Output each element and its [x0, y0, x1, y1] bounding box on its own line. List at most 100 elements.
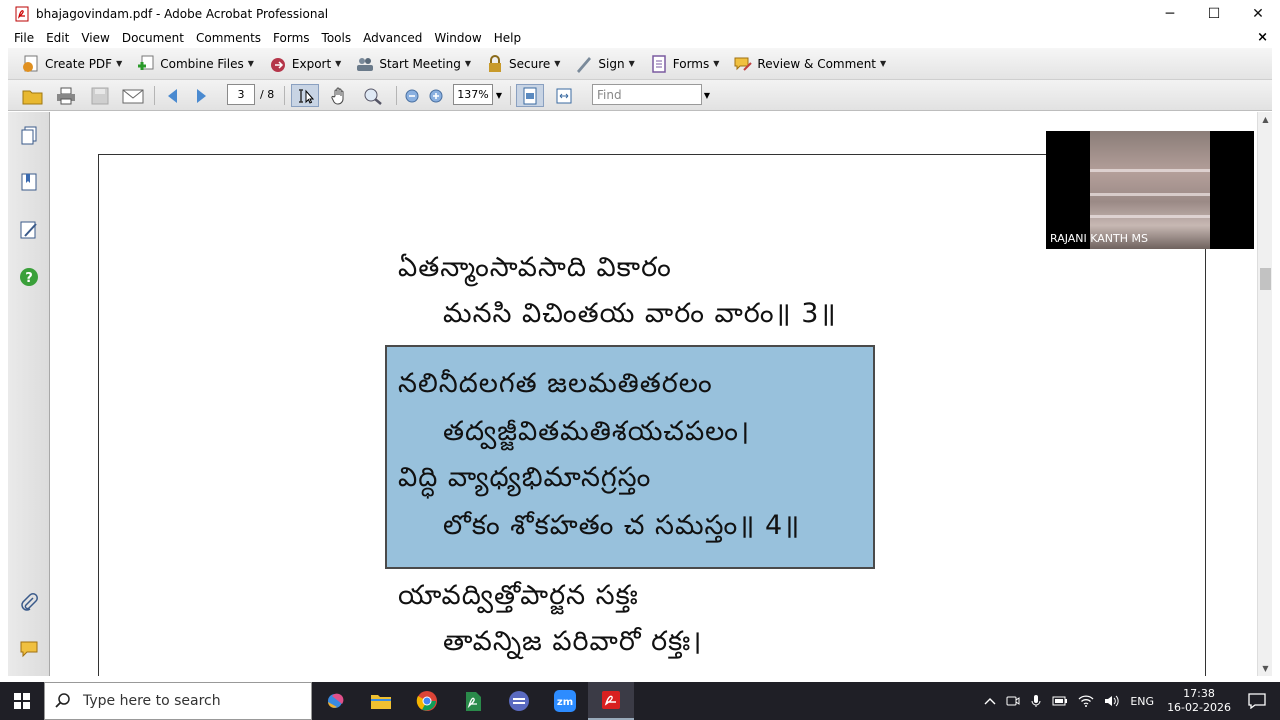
windows-taskbar: Type here to search zm ENG 17:38 16-02-2…	[0, 682, 1280, 720]
vertical-scrollbar[interactable]: ▲ ▼	[1257, 112, 1272, 676]
comments-panel-icon[interactable]	[17, 637, 41, 661]
toolbar-separator	[154, 86, 155, 105]
verse-line: నలినీదలగత జలమతితరలం	[398, 368, 713, 399]
toolbar-separator	[396, 86, 397, 105]
help-icon[interactable]: ?	[17, 265, 41, 289]
combine-files-button[interactable]: Combine Files ▼	[131, 51, 259, 77]
chevron-up-icon[interactable]	[984, 696, 996, 706]
previous-page-icon[interactable]	[162, 84, 184, 107]
app-launcher-icon[interactable]	[496, 682, 542, 720]
maximize-button[interactable]: ☐	[1192, 0, 1236, 28]
start-meeting-label: Start Meeting	[379, 56, 461, 71]
verse-line: మనసి విచింతయ వారం వారం॥ 3॥	[443, 298, 837, 329]
toolbar-separator	[510, 86, 511, 105]
close-button[interactable]: ✕	[1236, 0, 1280, 28]
review-comment-button[interactable]: Review & Comment ▼	[728, 51, 891, 77]
select-text-tool-icon[interactable]	[291, 84, 319, 107]
acrobat-pdf-icon	[15, 6, 29, 22]
menu-comments[interactable]: Comments	[190, 31, 267, 45]
menu-help[interactable]: Help	[488, 31, 527, 45]
zoom-out-icon[interactable]	[402, 84, 422, 107]
sign-button[interactable]: Sign ▼	[569, 51, 639, 77]
scroll-up-icon[interactable]: ▲	[1258, 112, 1273, 127]
forms-button[interactable]: Forms ▼	[644, 51, 725, 77]
print-icon[interactable]	[54, 84, 78, 107]
menu-view[interactable]: View	[75, 31, 115, 45]
menu-window[interactable]: Window	[428, 31, 487, 45]
zoom-tool-icon[interactable]	[360, 84, 386, 107]
participant-name: RAJANI KANTH MS	[1050, 232, 1149, 245]
windows-logo-icon	[14, 693, 30, 709]
secure-button[interactable]: Secure ▼	[480, 51, 565, 77]
find-dropdown-icon[interactable]: ▼	[702, 84, 712, 107]
chevron-down-icon: ▼	[713, 59, 720, 68]
zoom-app-icon[interactable]: zm	[542, 682, 588, 720]
create-pdf-label: Create PDF	[45, 56, 113, 71]
verse-line: యావద్విత్తోపార్జన సక్తః	[398, 580, 639, 611]
combine-files-icon	[138, 55, 154, 70]
forms-label: Forms	[672, 56, 710, 71]
minimize-button[interactable]: ─	[1148, 0, 1192, 28]
webcam-overlay[interactable]: RAJANI KANTH MS	[1046, 131, 1254, 249]
scroll-down-icon[interactable]: ▼	[1258, 661, 1273, 676]
menu-file[interactable]: File	[8, 31, 40, 45]
verse-line: తద్వజ్జీవితమతిశయచపలం।	[443, 416, 751, 447]
lock-icon	[489, 54, 501, 72]
open-folder-icon[interactable]	[20, 84, 46, 107]
volume-icon[interactable]	[1104, 694, 1120, 708]
menu-bar: File Edit View Document Comments Forms T…	[0, 28, 1280, 48]
input-language[interactable]: ENG	[1130, 695, 1154, 708]
copilot-app-icon[interactable]	[312, 682, 358, 720]
battery-icon[interactable]	[1052, 695, 1068, 707]
camera-icon[interactable]	[1006, 694, 1020, 708]
fit-width-icon[interactable]	[551, 84, 577, 107]
menu-edit[interactable]: Edit	[40, 31, 75, 45]
clock[interactable]: 17:38 16-02-2026	[1167, 687, 1231, 715]
form-icon	[652, 54, 666, 73]
scrollbar-thumb[interactable]	[1260, 268, 1271, 290]
acrobat-reader-taskbar-icon[interactable]	[450, 682, 496, 720]
pages-panel-icon[interactable]	[17, 124, 41, 148]
menu-document[interactable]: Document	[116, 31, 190, 45]
chevron-down-icon: ▼	[116, 59, 123, 68]
secure-label: Secure	[509, 56, 551, 71]
export-button[interactable]: Export ▼	[263, 51, 346, 77]
microphone-icon[interactable]	[1030, 694, 1042, 708]
zoom-level-input[interactable]: 137%	[453, 84, 493, 105]
navigation-toolbar: 3 / 8 137% ▼ Find ▼	[8, 80, 1272, 111]
file-explorer-icon[interactable]	[358, 682, 404, 720]
chevron-down-icon: ▼	[335, 59, 342, 68]
next-page-icon[interactable]	[190, 84, 212, 107]
attachments-paperclip-icon[interactable]	[17, 590, 41, 614]
menu-tools[interactable]: Tools	[316, 31, 358, 45]
search-icon	[55, 693, 70, 708]
zoom-dropdown-icon[interactable]: ▼	[494, 84, 504, 107]
title-bar: bhajagovindam.pdf - Adobe Acrobat Profes…	[0, 0, 1280, 28]
verse-line: విద్ధి వ్యాధ్యభిమానగ్రస్తం	[398, 462, 652, 493]
chrome-icon[interactable]	[404, 682, 450, 720]
email-icon[interactable]	[120, 84, 146, 107]
create-pdf-button[interactable]: Create PDF ▼	[16, 51, 127, 77]
save-icon[interactable]	[88, 84, 112, 107]
clock-date: 16-02-2026	[1167, 701, 1231, 714]
start-meeting-button[interactable]: Start Meeting ▼	[350, 51, 476, 77]
bookmarks-panel-icon[interactable]	[17, 170, 41, 194]
search-placeholder: Type here to search	[83, 693, 221, 709]
hand-tool-icon[interactable]	[326, 84, 352, 107]
zoom-in-icon[interactable]	[426, 84, 446, 107]
close-document-button[interactable]: ×	[1257, 30, 1268, 45]
fit-page-icon[interactable]	[516, 84, 544, 107]
wifi-icon[interactable]	[1078, 695, 1094, 707]
toolbar-separator	[284, 86, 285, 105]
page-number-input[interactable]: 3	[227, 84, 255, 105]
notifications-icon[interactable]	[1248, 693, 1266, 709]
export-label: Export	[291, 56, 332, 71]
find-input[interactable]: Find	[592, 84, 702, 105]
signatures-panel-icon[interactable]	[17, 218, 41, 242]
menu-advanced[interactable]: Advanced	[357, 31, 428, 45]
menu-forms[interactable]: Forms	[267, 31, 315, 45]
start-button[interactable]	[0, 682, 44, 720]
verse-line: లోకం శోకహతం చ సమస్తం॥ 4॥	[443, 510, 801, 541]
acrobat-taskbar-icon[interactable]	[588, 682, 634, 720]
taskbar-search[interactable]: Type here to search	[44, 682, 312, 720]
